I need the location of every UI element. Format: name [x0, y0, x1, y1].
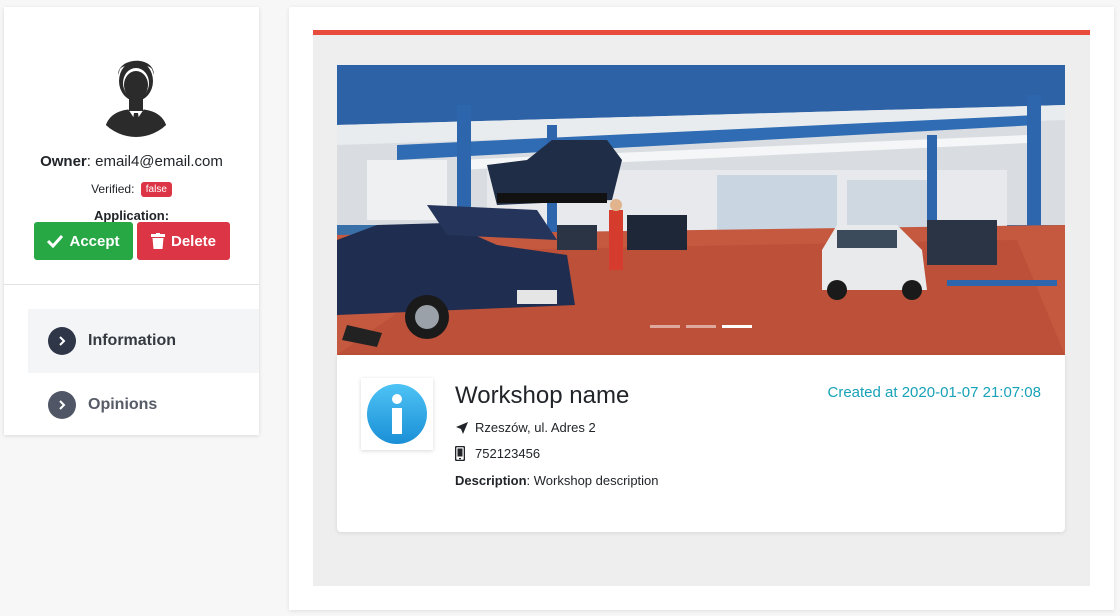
address-row: Rzeszów, ul. Adres 2	[455, 420, 596, 435]
workshop-name: Workshop name	[455, 382, 630, 409]
verified-status-badge: false	[140, 182, 172, 197]
nav-item-information[interactable]: Information	[28, 309, 259, 373]
accept-label: Accept	[69, 232, 120, 250]
carousel-indicator[interactable]	[686, 325, 716, 328]
nav-item-label: Opinions	[88, 396, 158, 413]
carousel-indicator-active[interactable]	[722, 325, 752, 328]
owner-label: Owner	[40, 153, 87, 170]
user-avatar-icon	[90, 39, 182, 137]
carousel-indicator[interactable]	[650, 325, 680, 328]
workshop-description: Workshop description	[533, 473, 659, 488]
phone-row: 752123456	[455, 446, 540, 461]
owner-card: Owner: email4@email.com Verified: false …	[4, 7, 259, 435]
workshop-address: Rzeszów, ul. Adres 2	[475, 420, 596, 435]
owner-line: Owner: email4@email.com	[40, 153, 223, 170]
delete-button[interactable]: Delete	[137, 222, 230, 260]
application-label: Application:	[93, 208, 170, 223]
divider	[4, 284, 259, 285]
verified-label: Verified:	[91, 182, 135, 196]
workshop-panel: Workshop name Created at 2020-01-07 21:0…	[313, 30, 1090, 586]
verified-line: Verified: false	[4, 182, 259, 197]
description-label: Description	[455, 473, 527, 488]
workshop-phone: 752123456	[475, 446, 541, 461]
carousel-indicators	[650, 325, 752, 328]
workshop-info-card: Workshop name Created at 2020-01-07 21:0…	[337, 355, 1065, 532]
chevron-right-icon	[48, 391, 76, 419]
delete-label: Delete	[170, 232, 217, 250]
info-icon	[361, 378, 433, 450]
workshop-photo-carousel[interactable]	[337, 65, 1065, 355]
owner-email: email4@email.com	[95, 153, 223, 170]
mobile-phone-icon	[455, 446, 465, 461]
location-arrow-icon	[456, 421, 468, 434]
workshop-garage-image	[337, 65, 1065, 355]
check-icon	[47, 234, 64, 248]
description-row: Description: Workshop description	[455, 473, 659, 488]
nav-item-label: Information	[88, 332, 176, 349]
trash-icon	[150, 233, 165, 249]
nav-item-opinions[interactable]: Opinions	[28, 373, 259, 437]
accept-button[interactable]: Accept	[34, 222, 133, 260]
main-card: Workshop name Created at 2020-01-07 21:0…	[289, 7, 1114, 610]
created-at: Created at 2020-01-07 21:07:08	[827, 384, 1042, 401]
chevron-right-icon	[48, 327, 76, 355]
